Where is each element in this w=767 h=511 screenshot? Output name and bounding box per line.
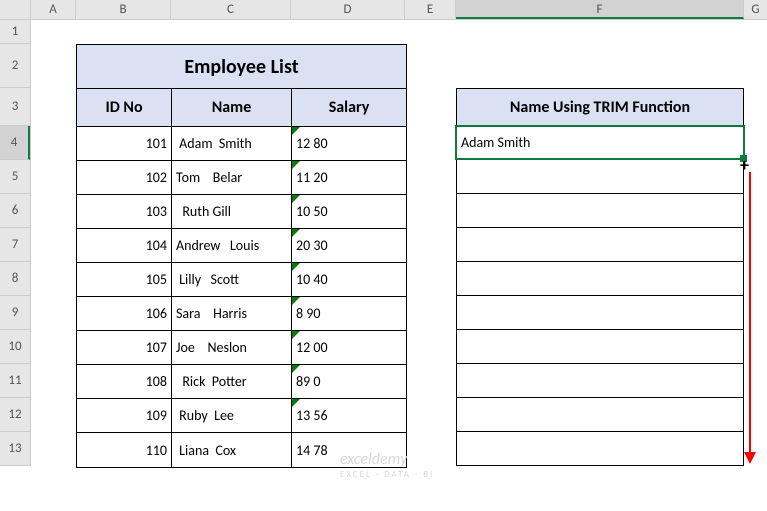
header-name: Name bbox=[172, 89, 292, 127]
cell-id[interactable]: 110 bbox=[77, 433, 172, 467]
row-5[interactable]: 5 bbox=[0, 160, 30, 194]
cell-name[interactable]: Rick Potter bbox=[172, 365, 292, 399]
trim-empty-cell[interactable] bbox=[456, 160, 744, 194]
row-11[interactable]: 11 bbox=[0, 364, 30, 398]
cell-salary[interactable]: 13 56 bbox=[292, 399, 406, 433]
cell-name[interactable]: Sara Harris bbox=[172, 297, 292, 331]
cell-id[interactable]: 101 bbox=[77, 127, 172, 161]
cell-name[interactable]: Ruth Gill bbox=[172, 195, 292, 229]
trim-empty-cell[interactable] bbox=[456, 432, 744, 466]
cell-id[interactable]: 104 bbox=[77, 229, 172, 263]
table-row: 105 Lilly Scott10 40 bbox=[77, 263, 406, 297]
cell-salary[interactable]: 20 30 bbox=[292, 229, 406, 263]
col-C[interactable]: C bbox=[171, 0, 291, 19]
cell-name[interactable]: Tom Belar bbox=[172, 161, 292, 195]
col-D[interactable]: D bbox=[291, 0, 405, 19]
trim-header: Name Using TRIM Function bbox=[456, 88, 744, 126]
fill-cursor-icon: + bbox=[740, 156, 749, 174]
cell-id[interactable]: 107 bbox=[77, 331, 172, 365]
row-4[interactable]: 4 bbox=[0, 126, 30, 160]
cell-id[interactable]: 103 bbox=[77, 195, 172, 229]
table-row: 104Andrew Louis20 30 bbox=[77, 229, 406, 263]
cell-salary[interactable]: 14 78 bbox=[292, 433, 406, 467]
col-F[interactable]: F bbox=[456, 0, 744, 19]
trim-empty-cell[interactable] bbox=[456, 228, 744, 262]
cell-id[interactable]: 109 bbox=[77, 399, 172, 433]
table-row: 106Sara Harris8 90 bbox=[77, 297, 406, 331]
cell-id[interactable]: 108 bbox=[77, 365, 172, 399]
cell-salary[interactable]: 12 00 bbox=[292, 331, 406, 365]
employee-table: Employee List ID No Name Salary 101 Adam… bbox=[76, 44, 407, 468]
trim-empty-cell[interactable] bbox=[456, 262, 744, 296]
cell-name[interactable]: Liana Cox bbox=[172, 433, 292, 467]
cell-salary[interactable]: 12 80 bbox=[292, 127, 406, 161]
table-row: 102Tom Belar11 20 bbox=[77, 161, 406, 195]
table-row: 103 Ruth Gill10 50 bbox=[77, 195, 406, 229]
cell-name[interactable]: Adam Smith bbox=[172, 127, 292, 161]
cell-salary[interactable]: 89 0 bbox=[292, 365, 406, 399]
cell-name[interactable]: Andrew Louis bbox=[172, 229, 292, 263]
table-title: Employee List bbox=[77, 45, 406, 89]
cell-name[interactable]: Joe Neslon bbox=[172, 331, 292, 365]
col-B[interactable]: B bbox=[76, 0, 171, 19]
table-row: 101 Adam Smith12 80 bbox=[77, 127, 406, 161]
cell-salary[interactable]: 8 90 bbox=[292, 297, 406, 331]
trim-empty-cell[interactable] bbox=[456, 364, 744, 398]
trim-empty-cell[interactable] bbox=[456, 296, 744, 330]
table-row: 108 Rick Potter89 0 bbox=[77, 365, 406, 399]
row-1[interactable]: 1 bbox=[0, 20, 30, 44]
col-E[interactable]: E bbox=[405, 0, 456, 19]
trim-result-cell[interactable]: Adam Smith bbox=[456, 126, 744, 160]
header-id: ID No bbox=[77, 89, 172, 127]
header-salary: Salary bbox=[292, 89, 406, 127]
trim-empty-cell[interactable] bbox=[456, 194, 744, 228]
row-13[interactable]: 13 bbox=[0, 432, 30, 466]
row-12[interactable]: 12 bbox=[0, 398, 30, 432]
cell-id[interactable]: 106 bbox=[77, 297, 172, 331]
drag-arrow-icon bbox=[749, 172, 751, 462]
table-row: 110 Liana Cox14 78 bbox=[77, 433, 406, 467]
cell-id[interactable]: 102 bbox=[77, 161, 172, 195]
row-7[interactable]: 7 bbox=[0, 228, 30, 262]
row-10[interactable]: 10 bbox=[0, 330, 30, 364]
row-9[interactable]: 9 bbox=[0, 296, 30, 330]
table-row: 109 Ruby Lee13 56 bbox=[77, 399, 406, 433]
trim-empty-cell[interactable] bbox=[456, 398, 744, 432]
row-headers: 1 2 3 4 5 6 7 8 9 10 11 12 13 bbox=[0, 20, 31, 466]
row-2[interactable]: 2 bbox=[0, 44, 30, 88]
table-row: 107Joe Neslon12 00 bbox=[77, 331, 406, 365]
spreadsheet: A B C D E F G 1 2 3 4 5 6 7 8 9 10 11 12… bbox=[0, 0, 767, 511]
trim-empty-cell[interactable] bbox=[456, 330, 744, 364]
row-3[interactable]: 3 bbox=[0, 88, 30, 126]
select-all-corner[interactable] bbox=[0, 0, 31, 19]
cell-salary[interactable]: 10 40 bbox=[292, 263, 406, 297]
cell-salary[interactable]: 11 20 bbox=[292, 161, 406, 195]
cell-name[interactable]: Ruby Lee bbox=[172, 399, 292, 433]
cell-id[interactable]: 105 bbox=[77, 263, 172, 297]
col-G[interactable]: G bbox=[744, 0, 767, 19]
row-6[interactable]: 6 bbox=[0, 194, 30, 228]
cell-name[interactable]: Lilly Scott bbox=[172, 263, 292, 297]
trim-column: Name Using TRIM Function Adam Smith bbox=[456, 88, 744, 466]
col-A[interactable]: A bbox=[31, 0, 76, 19]
cell-salary[interactable]: 10 50 bbox=[292, 195, 406, 229]
column-headers: A B C D E F G bbox=[0, 0, 767, 20]
table-header-row: ID No Name Salary bbox=[77, 89, 406, 127]
row-8[interactable]: 8 bbox=[0, 262, 30, 296]
